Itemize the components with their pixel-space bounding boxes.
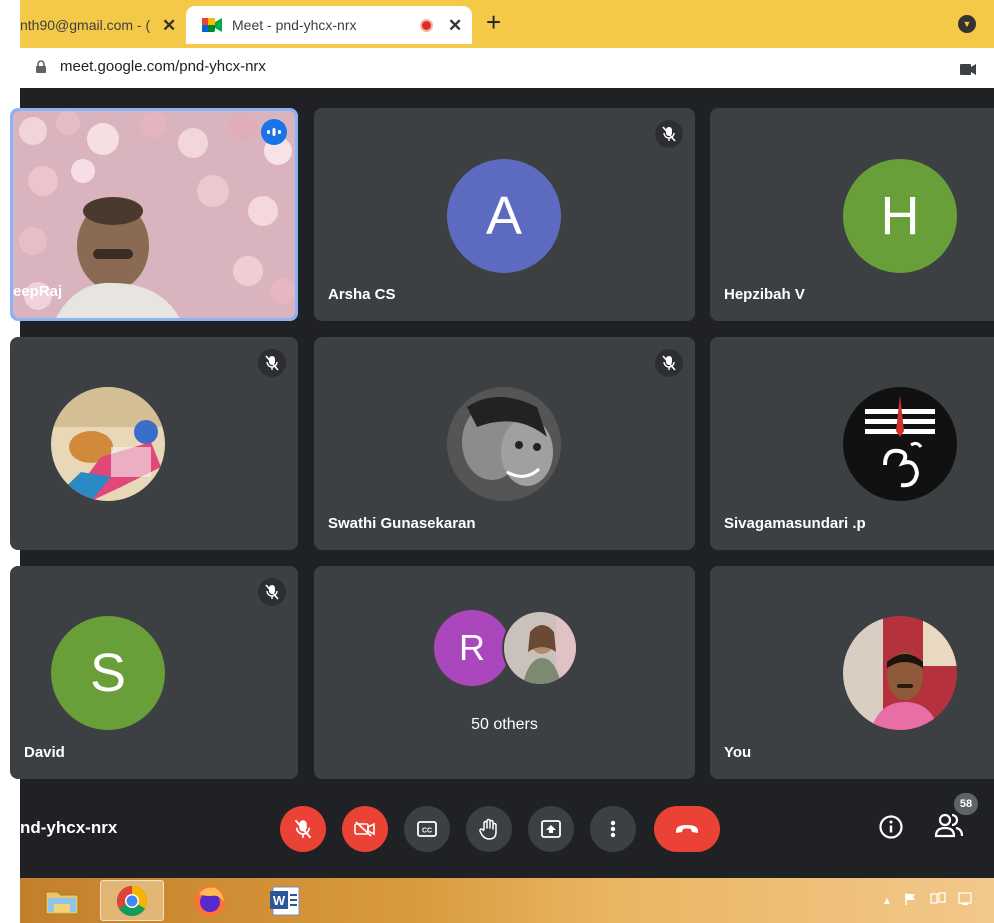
meeting-code: nd-yhcx-nrx — [20, 818, 118, 837]
participant-tile[interactable] — [10, 337, 298, 550]
participant-name: David — [24, 744, 65, 761]
mic-off-icon — [258, 578, 286, 606]
captions-button[interactable]: CC — [404, 806, 450, 852]
close-tab-icon[interactable]: ✕ — [162, 16, 176, 36]
new-tab-button[interactable]: + — [486, 9, 501, 35]
participant-tile[interactable]: Swathi Gunasekaran — [314, 337, 695, 550]
avatar: R — [434, 610, 510, 686]
volume-icon[interactable] — [958, 892, 972, 911]
participant-name: Swathi Gunasekaran — [328, 515, 476, 532]
network-icon[interactable] — [930, 892, 946, 911]
tab-gmail[interactable]: nth90@gmail.com - ( ✕ — [20, 6, 192, 44]
self-tile[interactable]: You — [710, 566, 994, 779]
svg-text:W: W — [273, 893, 286, 908]
recording-icon — [420, 19, 433, 32]
avatar — [843, 387, 957, 501]
browser-tab-strip: nth90@gmail.com - ( ✕ Meet - pnd-yhcx-nr… — [20, 0, 994, 48]
firefox-taskbar-icon[interactable] — [178, 880, 242, 921]
speaking-indicator-icon — [261, 119, 287, 145]
avatar — [502, 610, 578, 686]
system-tray: ▲ — [882, 892, 972, 911]
others-tile[interactable]: R 50 others — [314, 566, 695, 779]
tab-title: Meet - pnd-yhcx-nrx — [232, 17, 357, 33]
more-options-icon[interactable] — [590, 806, 636, 852]
participant-tile[interactable]: eepRaj — [10, 108, 298, 321]
participant-tile[interactable]: A Arsha CS — [314, 108, 695, 321]
avatar: A — [447, 159, 561, 273]
url-text[interactable]: meet.google.com/pnd-yhcx-nrx — [60, 58, 266, 75]
end-call-button[interactable] — [654, 806, 720, 852]
avatar — [51, 387, 165, 501]
tray-expand-icon[interactable]: ▲ — [882, 896, 892, 907]
file-explorer-icon[interactable] — [30, 880, 94, 921]
avatar: H — [843, 159, 957, 273]
avatar — [447, 387, 561, 501]
word-taskbar-icon[interactable]: W — [254, 880, 318, 921]
participant-name: eepRaj — [13, 283, 63, 300]
tab-title: nth90@gmail.com - ( — [20, 17, 151, 33]
raise-hand-button[interactable] — [466, 806, 512, 852]
participant-name: You — [724, 744, 752, 761]
present-screen-button[interactable] — [528, 806, 574, 852]
participant-tile[interactable]: H Hepzibah V — [710, 108, 994, 321]
close-tab-icon[interactable]: ✕ — [448, 16, 462, 36]
meeting-info-icon[interactable] — [878, 814, 904, 845]
chrome-taskbar-icon[interactable] — [100, 880, 164, 921]
participant-name: Hepzibah V — [724, 286, 805, 303]
tab-meet[interactable]: Meet - pnd-yhcx-nrx ✕ — [186, 6, 472, 44]
mic-off-icon — [655, 349, 683, 377]
participant-tile[interactable]: S David — [10, 566, 298, 779]
lock-icon — [36, 60, 46, 73]
os-taskbar: W ▲ — [20, 878, 994, 923]
meet-logo-icon — [202, 18, 222, 32]
address-bar[interactable]: meet.google.com/pnd-yhcx-nrx — [20, 48, 994, 88]
action-center-flag-icon[interactable] — [904, 892, 918, 911]
meet-stage: eepRaj A Arsha CS H Hepzibah V Swathi Gu… — [10, 88, 994, 878]
svg-text:CC: CC — [422, 828, 432, 835]
avatar — [843, 616, 957, 730]
mic-toggle-button[interactable] — [280, 806, 326, 852]
mic-off-icon — [655, 120, 683, 148]
profile-icon[interactable]: ▼ — [958, 15, 976, 33]
camera-toggle-button[interactable] — [342, 806, 388, 852]
participant-name: Sivagamasundari .p — [724, 515, 866, 532]
participant-tile[interactable]: Sivagamasundari .p — [710, 337, 994, 550]
participant-name: Arsha CS — [328, 286, 396, 303]
others-count-label: 50 others — [471, 716, 538, 733]
avatar: S — [51, 616, 165, 730]
mic-off-icon — [258, 349, 286, 377]
people-icon[interactable] — [934, 812, 964, 843]
camera-icon[interactable] — [960, 62, 976, 80]
